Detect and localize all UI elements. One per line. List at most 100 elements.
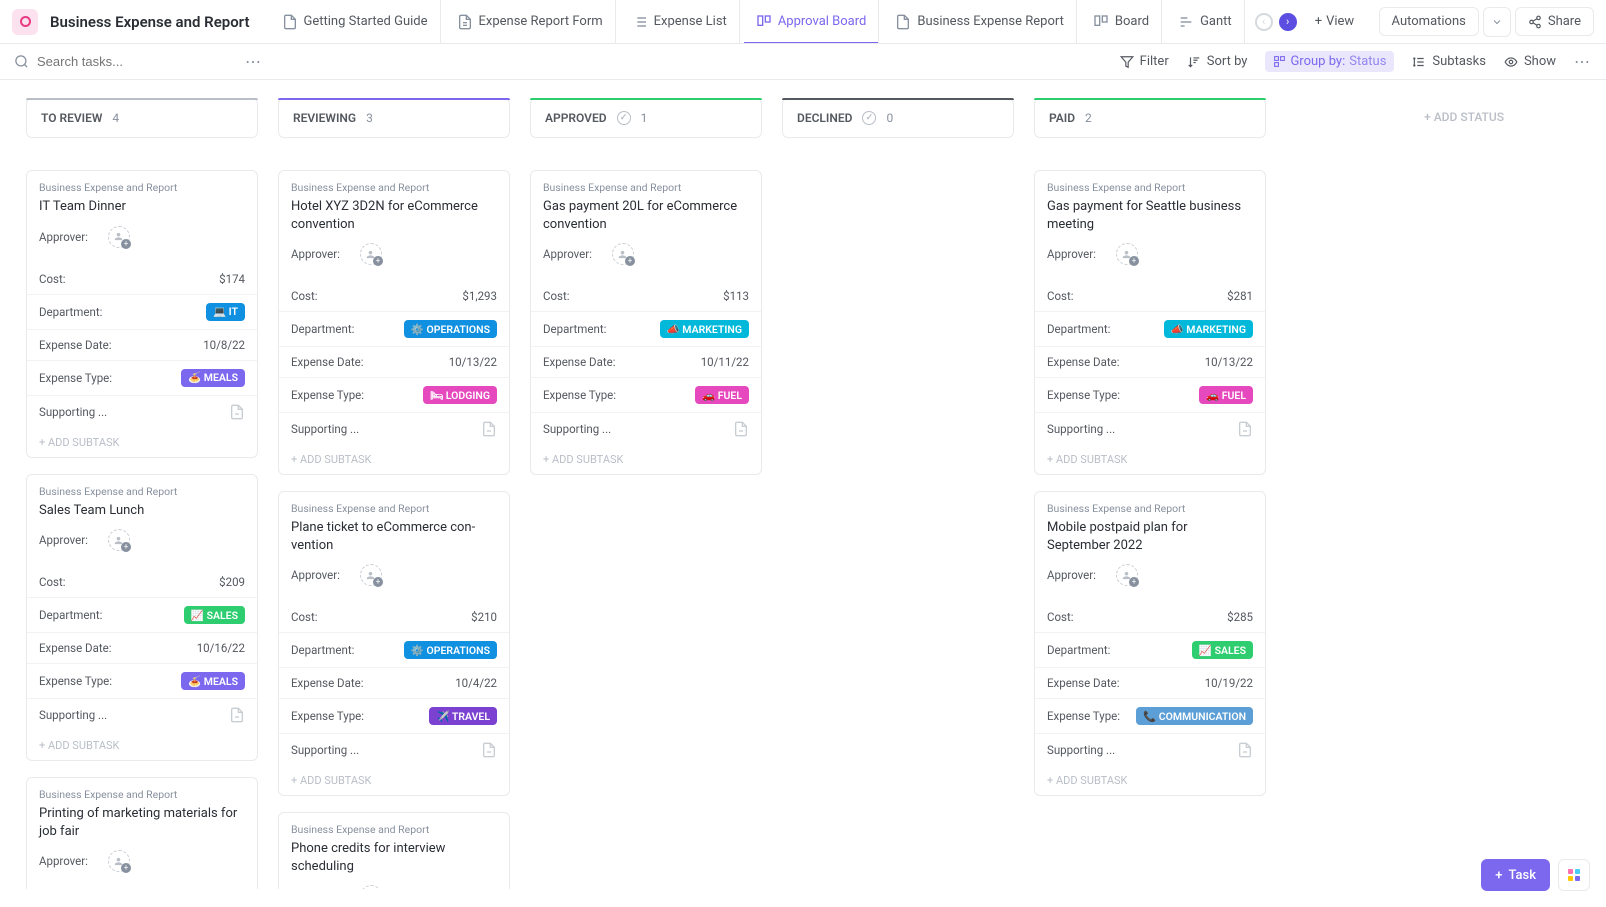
add-subtask[interactable]: + ADD SUBTASK <box>279 766 509 795</box>
assign-approver[interactable]: + <box>360 564 382 586</box>
card-field-row[interactable]: Expense Type:📞 COMMUNICATION <box>1035 698 1265 733</box>
new-task-button[interactable]: + Task <box>1481 859 1550 891</box>
card-field-row[interactable]: Cost:$209 <box>27 567 257 597</box>
card-field-row[interactable]: Expense Date:10/11/22 <box>531 346 761 377</box>
apps-button[interactable] <box>1558 859 1590 891</box>
tab-business-expense-report[interactable]: Business Expense Report <box>883 0 1077 44</box>
folder-icon[interactable] <box>12 9 38 35</box>
add-view-button[interactable]: + View <box>1307 8 1363 35</box>
card-field-row[interactable]: Cost:$1,293 <box>279 281 509 311</box>
filterbar-more[interactable]: ⋯ <box>1574 52 1592 71</box>
card-field-row[interactable]: Department:📈 SALES <box>27 597 257 632</box>
add-subtask[interactable]: + ADD SUBTASK <box>1035 445 1265 474</box>
card-field-row[interactable]: Expense Type:🛏 LODGING <box>279 377 509 412</box>
card-field-row[interactable]: Supporting ... <box>279 733 509 766</box>
tab-approval-board[interactable]: Approval Board <box>744 0 880 44</box>
card-field-row[interactable]: Department:⚙️ OPERATIONS <box>279 632 509 667</box>
card-field-row[interactable]: Cost:$205 <box>27 888 257 889</box>
search-more[interactable]: ⋯ <box>245 52 263 71</box>
card-field-row[interactable]: Cost:$285 <box>1035 602 1265 632</box>
tab-gantt[interactable]: Gantt <box>1166 0 1245 44</box>
card-field-row[interactable]: Department:⚙️ OPERATIONS <box>279 311 509 346</box>
card-field-row[interactable]: Department:📣 MARKETING <box>1035 311 1265 346</box>
column-header[interactable]: APPROVED✓1 <box>530 98 762 138</box>
card-field-row[interactable]: Cost:$210 <box>279 602 509 632</box>
assign-approver[interactable]: + <box>1116 243 1138 265</box>
card-field-row[interactable]: Expense Type:🚗 FUEL <box>1035 377 1265 412</box>
filter-button[interactable]: Filter <box>1120 54 1169 69</box>
card-field-row[interactable]: Cost:$174 <box>27 264 257 294</box>
column-header[interactable]: PAID2 <box>1034 98 1266 138</box>
card-field-row[interactable]: Supporting ... <box>279 412 509 445</box>
file-icon[interactable] <box>229 707 245 723</box>
assign-approver[interactable]: + <box>612 243 634 265</box>
card[interactable]: Business Expense and ReportMobile postpa… <box>1034 491 1266 796</box>
card-field-row[interactable]: Expense Type:✈️ TRAVEL <box>279 698 509 733</box>
add-subtask[interactable]: + ADD SUBTASK <box>279 445 509 474</box>
page-title[interactable]: Business Expense and Report <box>50 13 250 31</box>
card-field-row[interactable]: Expense Type:🍝 MEALS <box>27 663 257 698</box>
automations-button[interactable]: Automations <box>1379 7 1479 36</box>
add-subtask[interactable]: + ADD SUBTASK <box>1035 766 1265 795</box>
card-field-row[interactable]: Department:📣 MARKETING <box>531 311 761 346</box>
assign-approver[interactable]: + <box>108 529 130 551</box>
card-field-row[interactable]: Expense Date:10/13/22 <box>1035 346 1265 377</box>
card[interactable]: Business Expense and ReportIT Team Dinne… <box>26 170 258 458</box>
card-field-row[interactable]: Expense Date:10/19/22 <box>1035 667 1265 698</box>
column-header[interactable]: TO REVIEW4 <box>26 98 258 138</box>
tab-nav-prev[interactable]: ‹ <box>1255 13 1273 31</box>
card-field-row[interactable]: Supporting ... <box>27 698 257 731</box>
card[interactable]: Business Expense and ReportGas payment 2… <box>530 170 762 475</box>
card-field-row[interactable]: Supporting ... <box>1035 412 1265 445</box>
subtasks-button[interactable]: Subtasks <box>1412 54 1486 69</box>
add-subtask[interactable]: + ADD SUBTASK <box>27 428 257 457</box>
card-field-row[interactable]: Supporting ... <box>1035 733 1265 766</box>
card-field-row[interactable]: Expense Type:🚗 FUEL <box>531 377 761 412</box>
automations-dropdown[interactable] <box>1483 7 1511 37</box>
assign-approver[interactable]: + <box>108 226 130 248</box>
assign-approver[interactable]: + <box>108 850 130 872</box>
add-status-button[interactable]: + ADD STATUS <box>1286 98 1518 136</box>
card-field-row[interactable]: Expense Date:10/8/22 <box>27 329 257 360</box>
assign-approver[interactable]: + <box>1116 564 1138 586</box>
tab-getting-started[interactable]: Getting Started Guide <box>270 0 441 44</box>
card-field-row[interactable]: Supporting ... <box>531 412 761 445</box>
gantt-icon <box>1178 14 1194 30</box>
card[interactable]: Business Expense and ReportPrinting of m… <box>26 777 258 889</box>
card-field-row[interactable]: Cost:$281 <box>1035 281 1265 311</box>
file-icon[interactable] <box>481 421 497 437</box>
card[interactable]: Business Expense and ReportGas payment f… <box>1034 170 1266 475</box>
show-button[interactable]: Show <box>1504 54 1556 69</box>
share-button[interactable]: Share <box>1515 7 1594 36</box>
card[interactable]: Business Expense and ReportHotel XYZ 3D2… <box>278 170 510 475</box>
sort-button[interactable]: Sort by <box>1187 54 1248 69</box>
file-icon[interactable] <box>733 421 749 437</box>
tab-expense-report-form[interactable]: Expense Report Form <box>445 0 616 44</box>
card[interactable]: Business Expense and ReportPhone credits… <box>278 812 510 889</box>
add-subtask[interactable]: + ADD SUBTASK <box>27 731 257 760</box>
tab-expense-list[interactable]: Expense List <box>620 0 740 44</box>
group-by-button[interactable]: Group by: Status <box>1265 51 1394 72</box>
card-field-row[interactable]: Supporting ... <box>27 395 257 428</box>
card-field-row[interactable]: Cost:$113 <box>531 281 761 311</box>
card-field-row[interactable]: Department:📈 SALES <box>1035 632 1265 667</box>
card-field-row[interactable]: Expense Date:10/13/22 <box>279 346 509 377</box>
assign-approver[interactable]: + <box>360 243 382 265</box>
search-input[interactable] <box>37 54 237 69</box>
card-field-row[interactable]: Department:💻 IT <box>27 294 257 329</box>
assign-approver[interactable]: + <box>360 885 382 889</box>
file-icon[interactable] <box>481 742 497 758</box>
card-field-row[interactable]: Expense Type:🍝 MEALS <box>27 360 257 395</box>
column-header[interactable]: REVIEWING3 <box>278 98 510 138</box>
tab-nav-next[interactable]: › <box>1279 13 1297 31</box>
add-subtask[interactable]: + ADD SUBTASK <box>531 445 761 474</box>
card-field-row[interactable]: Expense Date:10/16/22 <box>27 632 257 663</box>
file-icon[interactable] <box>229 404 245 420</box>
card[interactable]: Business Expense and ReportSales Team Lu… <box>26 474 258 762</box>
file-icon[interactable] <box>1237 421 1253 437</box>
card-field-row[interactable]: Expense Date:10/4/22 <box>279 667 509 698</box>
column-header[interactable]: DECLINED✓0 <box>782 98 1014 138</box>
file-icon[interactable] <box>1237 742 1253 758</box>
card[interactable]: Business Expense and ReportPlane ticket … <box>278 491 510 796</box>
tab-board[interactable]: Board <box>1081 0 1162 44</box>
